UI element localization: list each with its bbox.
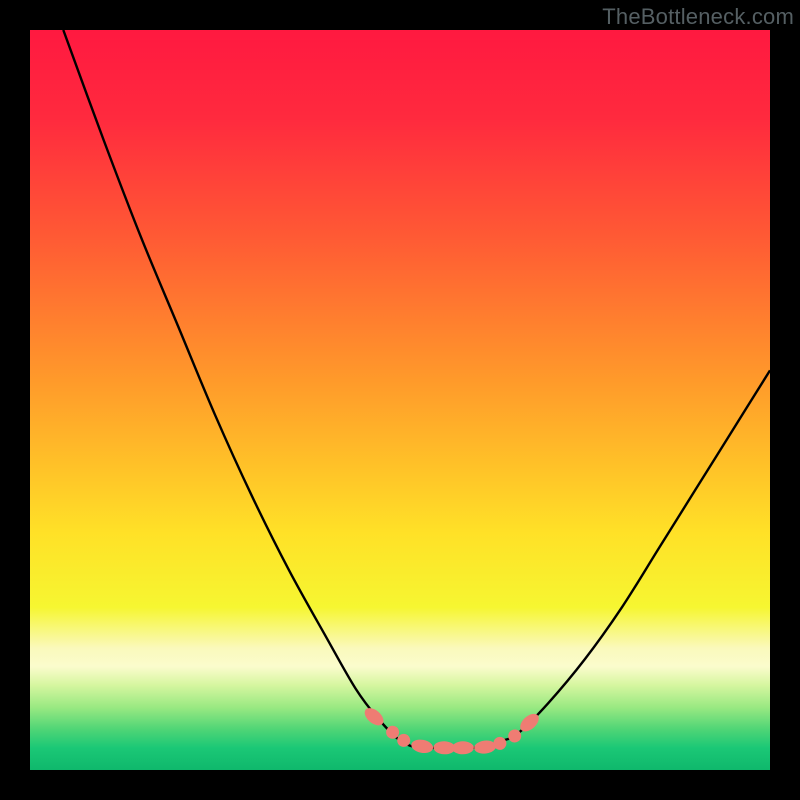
plot-area: [30, 30, 770, 770]
chart-frame: TheBottleneck.com: [0, 0, 800, 800]
gradient-background: [30, 30, 770, 770]
watermark-text: TheBottleneck.com: [602, 4, 794, 30]
chart-svg: [30, 30, 770, 770]
